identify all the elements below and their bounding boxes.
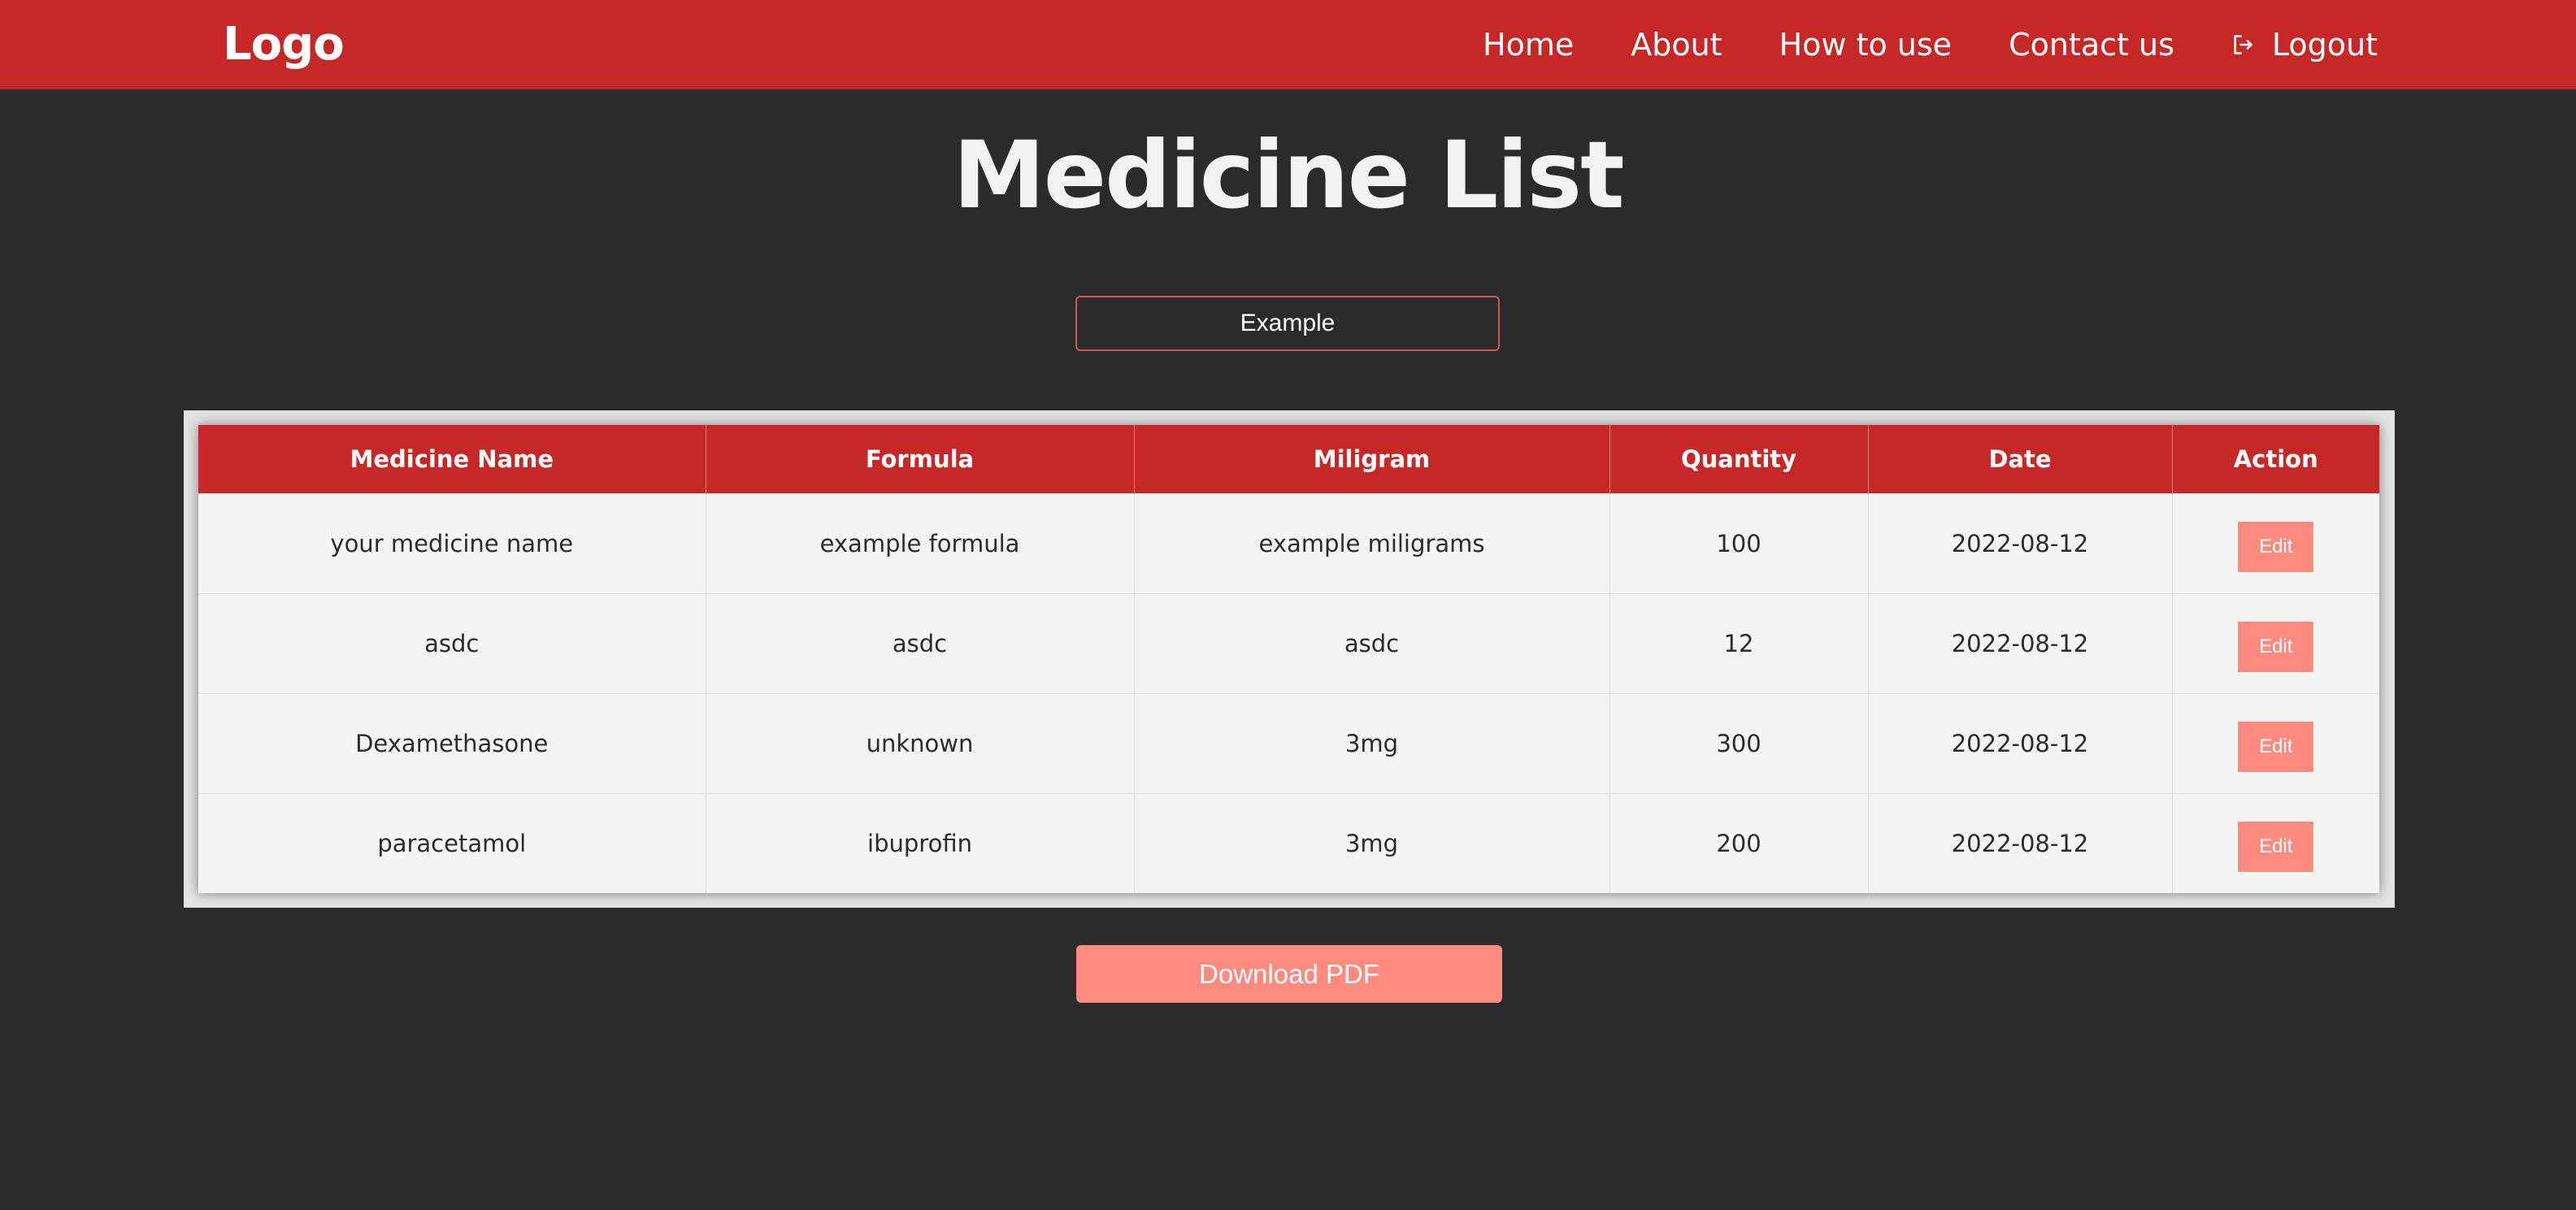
cell-action: Edit <box>2172 493 2379 594</box>
column-header-formula: Formula <box>706 425 1135 494</box>
cell-quantity: 100 <box>1609 493 1869 594</box>
cell-quantity: 12 <box>1609 593 1869 694</box>
logout-label: Logout <box>2271 27 2378 63</box>
column-header-medicine-name: Medicine Name <box>198 425 706 494</box>
column-header-action: Action <box>2172 425 2379 494</box>
cell-formula: unknown <box>706 693 1135 794</box>
search-input[interactable] <box>1075 296 1500 351</box>
cell-miligram: asdc <box>1134 593 1610 694</box>
table-row: Dexamethasone unknown 3mg 300 2022-08-12… <box>198 693 2379 794</box>
table-row: paracetamol ibuprofin 3mg 200 2022-08-12… <box>198 793 2379 893</box>
download-pdf-button[interactable]: Download PDF <box>1076 945 1502 1003</box>
cell-formula: asdc <box>706 593 1135 694</box>
nav-about-link[interactable]: About <box>1631 27 1722 63</box>
edit-button[interactable]: Edit <box>2238 522 2314 572</box>
cell-miligram: example miligrams <box>1134 493 1610 594</box>
table-panel: Medicine Name Formula Miligram Quantity … <box>184 410 2395 908</box>
edit-button[interactable]: Edit <box>2238 822 2314 872</box>
cell-miligram: 3mg <box>1134 793 1610 893</box>
cell-action: Edit <box>2172 793 2379 893</box>
cell-action: Edit <box>2172 593 2379 694</box>
cell-date: 2022-08-12 <box>1868 593 2173 694</box>
cell-date: 2022-08-12 <box>1868 693 2173 794</box>
cell-medicine-name: paracetamol <box>198 793 706 893</box>
cell-miligram: 3mg <box>1134 693 1610 794</box>
logout-icon <box>2231 33 2254 56</box>
nav-contact-us-link[interactable]: Contact us <box>2009 27 2174 63</box>
cell-action: Edit <box>2172 693 2379 794</box>
navbar: Logo Home About How to use Contact us Lo… <box>0 0 2576 89</box>
cell-medicine-name: your medicine name <box>198 493 706 594</box>
nav-how-to-use-link[interactable]: How to use <box>1779 27 1952 63</box>
cell-formula: ibuprofin <box>706 793 1135 893</box>
cell-medicine-name: Dexamethasone <box>198 693 706 794</box>
edit-button[interactable]: Edit <box>2238 722 2314 772</box>
cell-date: 2022-08-12 <box>1868 493 2173 594</box>
cell-medicine-name: asdc <box>198 593 706 694</box>
table-row: asdc asdc asdc 12 2022-08-12 Edit <box>198 593 2379 694</box>
cell-formula: example formula <box>706 493 1135 594</box>
nav-links: Home About How to use Contact us Logout <box>1483 0 2378 89</box>
column-header-date: Date <box>1868 425 2173 494</box>
column-header-miligram: Miligram <box>1134 425 1610 494</box>
page-title: Medicine List <box>953 121 1624 229</box>
medicine-table: Medicine Name Formula Miligram Quantity … <box>198 425 2379 893</box>
cell-quantity: 300 <box>1609 693 1869 794</box>
nav-home-link[interactable]: Home <box>1483 27 1574 63</box>
cell-date: 2022-08-12 <box>1868 793 2173 893</box>
logo[interactable]: Logo <box>223 15 345 75</box>
table-row: your medicine name example formula examp… <box>198 493 2379 594</box>
cell-quantity: 200 <box>1609 793 1869 893</box>
column-header-quantity: Quantity <box>1609 425 1869 494</box>
table-wrapper: Medicine Name Formula Miligram Quantity … <box>198 425 2379 893</box>
logout-button[interactable]: Logout <box>2231 27 2378 63</box>
table-header-row: Medicine Name Formula Miligram Quantity … <box>198 425 2379 494</box>
edit-button[interactable]: Edit <box>2238 622 2314 672</box>
